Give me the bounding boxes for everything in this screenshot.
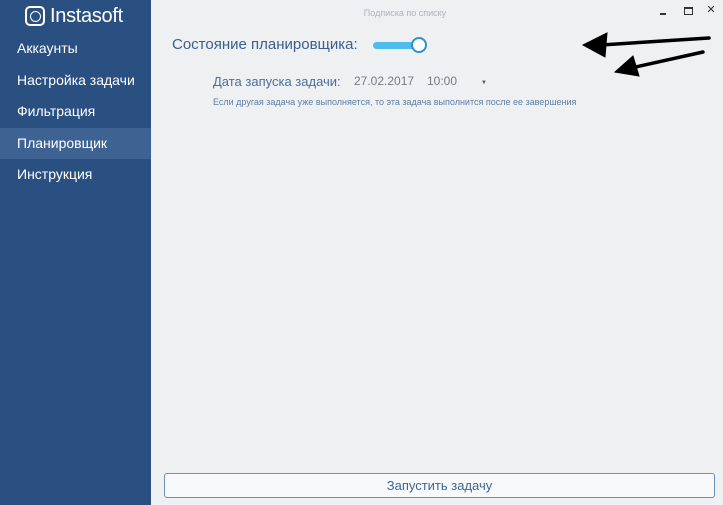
- scheduler-state-label: Состояние планировщика:: [172, 36, 358, 53]
- annotation-arrows: [581, 32, 711, 77]
- chevron-down-icon[interactable]: ▼: [481, 80, 487, 86]
- arrow-head: [613, 55, 640, 77]
- app-logo: Instasoft: [25, 5, 123, 27]
- run-task-button[interactable]: Запустить задачу: [164, 473, 715, 498]
- instasoft-logo-icon: [25, 6, 45, 26]
- arrow-left-icon: [599, 36, 711, 47]
- sidebar-item-scheduler[interactable]: Планировщик: [0, 127, 151, 159]
- minimize-button[interactable]: [656, 3, 670, 17]
- sidebar-item-instructions[interactable]: Инструкция: [0, 159, 151, 191]
- logo-text: Instasoft: [50, 4, 123, 27]
- sidebar-nav: Аккаунты Настройка задачи Фильтрация Пла…: [0, 33, 151, 191]
- task-date-input[interactable]: 27.02.2017: [354, 74, 414, 88]
- arrow-left-icon: [629, 50, 705, 70]
- close-button[interactable]: ✕: [704, 3, 718, 17]
- scheduler-toggle[interactable]: [373, 35, 427, 55]
- sidebar: Instasoft Аккаунты Настройка задачи Филь…: [0, 0, 151, 505]
- sidebar-item-accounts[interactable]: Аккаунты: [0, 33, 151, 65]
- task-time-input[interactable]: 10:00: [427, 74, 457, 88]
- task-date-label: Дата запуска задачи:: [213, 74, 341, 89]
- sidebar-item-task-settings[interactable]: Настройка задачи: [0, 65, 151, 97]
- window-title: Подписка по списку: [363, 8, 447, 18]
- arrow-head: [581, 32, 608, 58]
- main-panel: Подписка по списку ✕ Состояние планировщ…: [151, 0, 723, 505]
- maximize-button[interactable]: [681, 3, 695, 17]
- scheduler-hint: Если другая задача уже выполняется, то э…: [213, 97, 577, 107]
- sidebar-item-filtering[interactable]: Фильтрация: [0, 96, 151, 128]
- toggle-knob: [411, 37, 427, 53]
